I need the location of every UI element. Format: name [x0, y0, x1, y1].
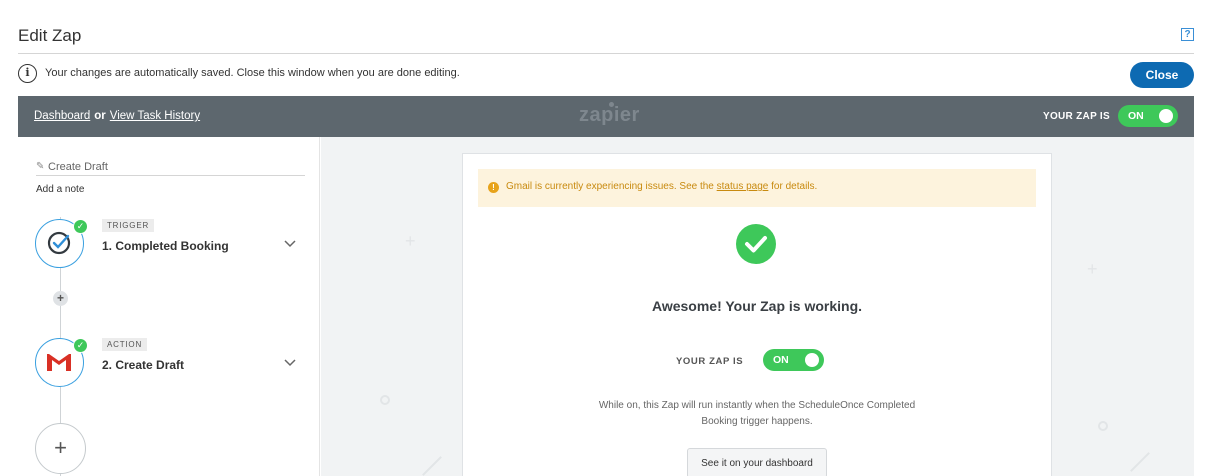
toggle-knob: [805, 353, 819, 367]
add-step-between-button[interactable]: +: [53, 291, 68, 306]
info-bar: i Your changes are automatically saved. …: [18, 62, 1194, 88]
page-title: Edit Zap: [18, 26, 82, 45]
toggle-label: ON: [773, 354, 789, 366]
alert-message: Gmail is currently experiencing issues. …: [506, 181, 817, 192]
success-card: ! Gmail is currently experiencing issues…: [462, 153, 1052, 476]
zap-description: While on, this Zap will run instantly wh…: [598, 400, 916, 427]
editor-canvas: + + ! Gmail is currently experiencing is…: [321, 137, 1194, 476]
success-title: Awesome! Your Zap is working.: [651, 298, 863, 314]
dashboard-link[interactable]: Dashboard: [34, 110, 90, 122]
add-step-button[interactable]: +: [35, 423, 86, 474]
editor-top-bar: Dashboard or View Task History zapier YOUR…: [18, 96, 1194, 137]
top-nav: Dashboard or View Task History: [34, 110, 200, 122]
warning-icon: !: [488, 182, 499, 193]
zap-status-label: YOUR ZAP IS: [1042, 111, 1110, 122]
success-check-icon: [736, 224, 776, 264]
zapier-logo: zapier: [579, 102, 640, 127]
alert-suffix: for details.: [771, 181, 818, 192]
decorative-plus-icon: +: [405, 231, 416, 251]
info-icon: i: [18, 64, 37, 83]
pencil-icon: ✎: [36, 161, 45, 172]
nav-separator: or: [94, 110, 106, 122]
decorative-ring-icon: [1098, 421, 1108, 431]
autosave-message: Your changes are automatically saved. Cl…: [45, 67, 460, 79]
zap-name-field[interactable]: ✎ Create Draft: [36, 161, 305, 176]
decorative-ring-icon: [380, 395, 390, 405]
help-icon[interactable]: ?: [1181, 28, 1194, 41]
task-history-link[interactable]: View Task History: [110, 110, 200, 122]
toggle-knob: [1159, 109, 1173, 123]
alert-prefix: Gmail is currently experiencing issues. …: [506, 181, 714, 192]
decorative-line-icon: [1130, 452, 1150, 472]
toggle-label: ON: [1128, 110, 1144, 122]
logo-dot-icon: [609, 102, 614, 107]
decorative-line-icon: [422, 456, 442, 476]
chevron-down-icon[interactable]: [284, 356, 296, 370]
service-status-alert: ! Gmail is currently experiencing issues…: [478, 169, 1036, 207]
modal-header: Edit Zap ?: [18, 22, 1194, 54]
step-title: 1. Completed Booking: [102, 239, 229, 253]
zap-status-toggle[interactable]: ON: [763, 349, 824, 371]
step-type-tag: TRIGGER: [102, 219, 155, 232]
zapier-logo-text: zapier: [579, 104, 640, 126]
decorative-plus-icon: +: [1087, 259, 1098, 279]
step-complete-check-icon: ✓: [73, 338, 88, 353]
step-title: 2. Create Draft: [102, 358, 185, 372]
see-dashboard-button[interactable]: See it on your dashboard: [687, 448, 827, 476]
chevron-down-icon[interactable]: [284, 237, 296, 251]
zap-status-toggle[interactable]: ON: [1118, 105, 1178, 127]
step-type-tag: ACTION: [102, 338, 148, 351]
status-page-link[interactable]: status page: [717, 181, 769, 192]
steps-sidebar: ✎ Create Draft Add a note ✓ TRIGGER 1. C…: [18, 137, 320, 476]
step-complete-check-icon: ✓: [73, 219, 88, 234]
close-button[interactable]: Close: [1130, 62, 1194, 88]
add-note-link[interactable]: Add a note: [36, 184, 84, 195]
zap-status-label: YOUR ZAP IS: [676, 356, 744, 367]
zap-name: Create Draft: [48, 161, 108, 173]
